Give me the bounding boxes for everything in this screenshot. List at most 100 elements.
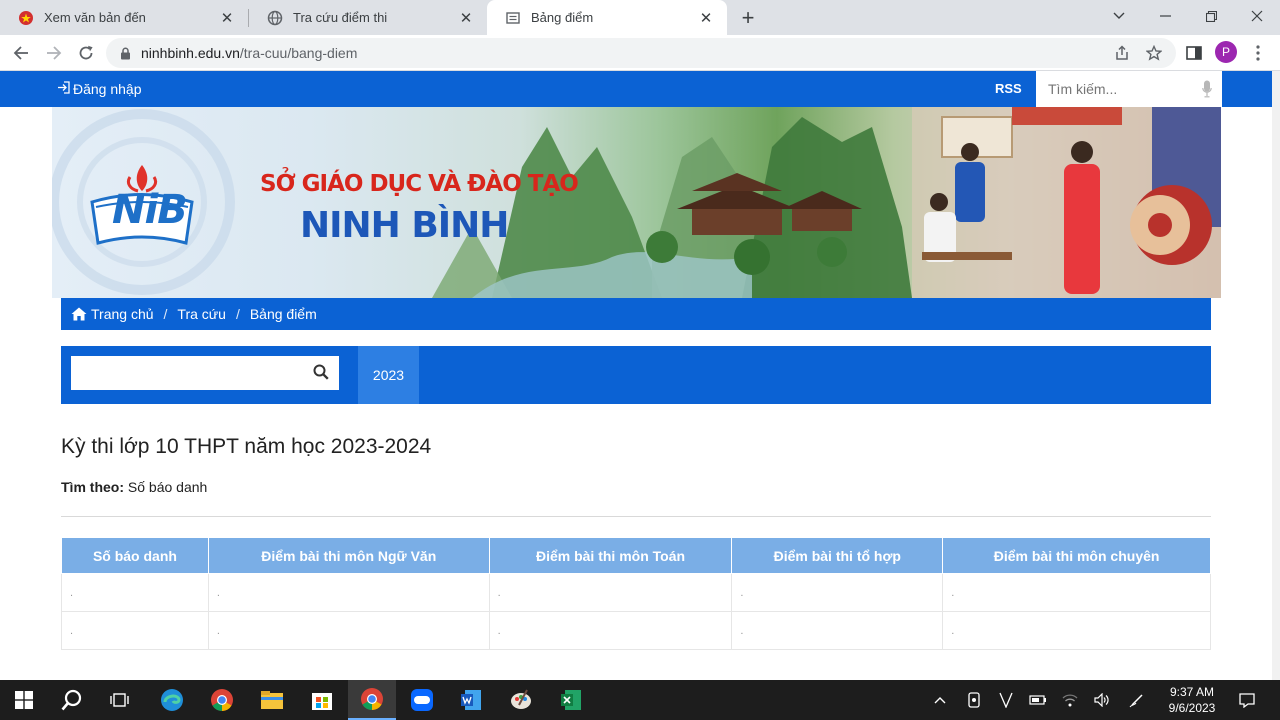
site-search-input[interactable]	[1048, 81, 1188, 97]
breadcrumb-separator: /	[163, 306, 168, 322]
store-icon[interactable]	[298, 680, 346, 720]
vpn-v-icon[interactable]	[994, 680, 1018, 720]
page-icon	[505, 10, 521, 26]
battery-icon[interactable]	[1026, 680, 1050, 720]
login-link[interactable]: Đăng nhập	[57, 81, 142, 97]
breadcrumb-lookup[interactable]: Tra cứu	[177, 306, 226, 322]
government-emblem-icon	[18, 10, 34, 26]
pen-icon[interactable]	[1124, 680, 1150, 720]
content-divider	[61, 516, 1211, 517]
lock-icon	[120, 47, 131, 60]
chrome-active-icon[interactable]	[348, 680, 396, 720]
close-window-icon[interactable]	[1234, 0, 1280, 32]
home-icon	[71, 307, 87, 321]
system-clock[interactable]: 9:37 AM 9/6/2023	[1164, 684, 1220, 716]
windows-taskbar: 9:37 AM 9/6/2023	[0, 680, 1280, 720]
new-tab-icon[interactable]: +	[736, 5, 760, 30]
table-cell: .	[942, 611, 1211, 650]
browser-tab-tra-cuu[interactable]: Tra cứu điểm thi ✕	[249, 0, 487, 35]
browser-toolbar: ninhbinh.edu.vn/tra-cuu/bang-diem	[0, 35, 1280, 71]
search-icon[interactable]	[313, 364, 329, 380]
rss-link[interactable]: RSS	[995, 81, 1022, 96]
clock-date: 9/6/2023	[1168, 701, 1216, 715]
table-cell: .	[207, 611, 490, 650]
table-cell: .	[731, 573, 944, 612]
reload-icon[interactable]	[72, 39, 100, 67]
score-table: Số báo danh Điểm bài thi môn Ngữ Văn Điể…	[61, 537, 1211, 650]
zalo-icon[interactable]	[398, 680, 446, 720]
wifi-icon[interactable]	[1058, 680, 1082, 720]
column-header-specialized-score: Điểm bài thi môn chuyên	[942, 537, 1211, 574]
back-arrow-icon[interactable]	[7, 39, 35, 67]
minimize-icon[interactable]	[1142, 0, 1188, 32]
bookmark-star-icon[interactable]	[1140, 39, 1168, 67]
breadcrumb-separator: /	[235, 306, 240, 322]
excel-icon[interactable]	[547, 680, 595, 720]
microphone-icon[interactable]	[1202, 80, 1212, 98]
browser-tab-xem-van-ban[interactable]: Xem văn bản đến ✕	[0, 0, 248, 35]
banner-department-name: SỞ GIÁO DỤC VÀ ĐÀO TẠO	[260, 171, 579, 197]
site-search-box	[1036, 71, 1222, 107]
login-arrow-icon	[57, 81, 70, 97]
word-icon[interactable]	[447, 680, 495, 720]
column-header-literature-score: Điểm bài thi môn Ngữ Văn	[207, 537, 490, 574]
table-row: . . . . .	[61, 573, 1211, 612]
table-cell: .	[731, 611, 944, 650]
clock-time: 9:37 AM	[1169, 685, 1215, 699]
column-header-combined-score: Điểm bài thi tổ hợp	[731, 537, 944, 574]
forward-arrow-icon[interactable]	[40, 39, 68, 67]
close-tab-icon[interactable]: ✕	[218, 9, 236, 27]
search-icon[interactable]	[48, 680, 96, 720]
url-path: /tra-cuu/bang-diem	[239, 45, 358, 61]
volume-icon[interactable]	[1090, 680, 1114, 720]
candidate-search-box	[71, 356, 339, 390]
show-hidden-icons-chevron-icon[interactable]	[928, 680, 952, 720]
menu-kebab-icon[interactable]	[1244, 39, 1272, 67]
task-view-icon[interactable]	[96, 680, 144, 720]
share-icon[interactable]	[1108, 39, 1136, 67]
edge-icon[interactable]	[148, 680, 196, 720]
tab-title: Xem văn bản đến	[44, 10, 146, 25]
tab-search-chevron-icon[interactable]	[1096, 0, 1142, 32]
restore-icon[interactable]	[1188, 0, 1234, 32]
browser-tab-bar: Xem văn bản đến ✕ Tra cứu điểm thi ✕ Bản…	[0, 0, 1280, 35]
search-by-label: Tìm theo:	[61, 479, 124, 495]
breadcrumb: Trang chủ / Tra cứu / Bảng điểm	[61, 298, 1211, 330]
profile-avatar[interactable]: P	[1215, 41, 1237, 63]
close-tab-icon[interactable]: ✕	[457, 9, 475, 27]
table-cell: .	[207, 573, 490, 612]
logo-text: NiB	[112, 187, 188, 233]
table-header-row: Số báo danh Điểm bài thi môn Ngữ Văn Điể…	[61, 537, 1211, 574]
table-row: . . . . .	[61, 611, 1211, 650]
address-bar[interactable]: ninhbinh.edu.vn/tra-cuu/bang-diem	[106, 38, 1176, 68]
search-by-value: Số báo danh	[127, 479, 208, 495]
breadcrumb-scoreboard: Bảng điểm	[249, 306, 317, 322]
globe-icon	[267, 10, 283, 26]
url-host: ninhbinh.edu.vn	[141, 45, 240, 61]
page-scrollbar[interactable]	[1272, 71, 1280, 680]
site-top-bar: Đăng nhập RSS	[0, 71, 1272, 107]
table-cell: .	[488, 573, 733, 612]
banner-landscape-image	[52, 107, 1221, 298]
column-header-math-score: Điểm bài thi môn Toán	[488, 537, 733, 574]
windows-start-icon[interactable]	[0, 680, 48, 720]
year-tab-2023[interactable]: 2023	[358, 346, 419, 404]
candidate-number-input[interactable]	[71, 356, 301, 390]
tab-title: Tra cứu điểm thi	[293, 10, 388, 25]
column-header-candidate-number: Số báo danh	[61, 537, 209, 574]
browser-tab-bang-diem[interactable]: Bảng điểm ✕	[487, 0, 727, 35]
side-panel-icon[interactable]	[1180, 39, 1208, 67]
site-banner: NiB SỞ GIÁO DỤC VÀ ĐÀO TẠO NINH BÌNH	[52, 107, 1221, 298]
table-cell: .	[488, 611, 733, 650]
close-tab-icon[interactable]: ✕	[697, 9, 715, 27]
chrome-icon[interactable]	[198, 680, 246, 720]
paint-icon[interactable]	[497, 680, 545, 720]
file-explorer-icon[interactable]	[248, 680, 296, 720]
exam-title: Kỳ thi lớp 10 THPT năm học 2023-2024	[61, 435, 432, 458]
breadcrumb-home[interactable]: Trang chủ	[91, 306, 154, 322]
score-filter-bar: 2023	[61, 346, 1211, 404]
device-icon[interactable]	[962, 680, 986, 720]
notification-icon[interactable]	[1234, 680, 1260, 720]
table-cell: .	[942, 573, 1211, 612]
banner-province-name: NINH BÌNH	[300, 205, 509, 246]
